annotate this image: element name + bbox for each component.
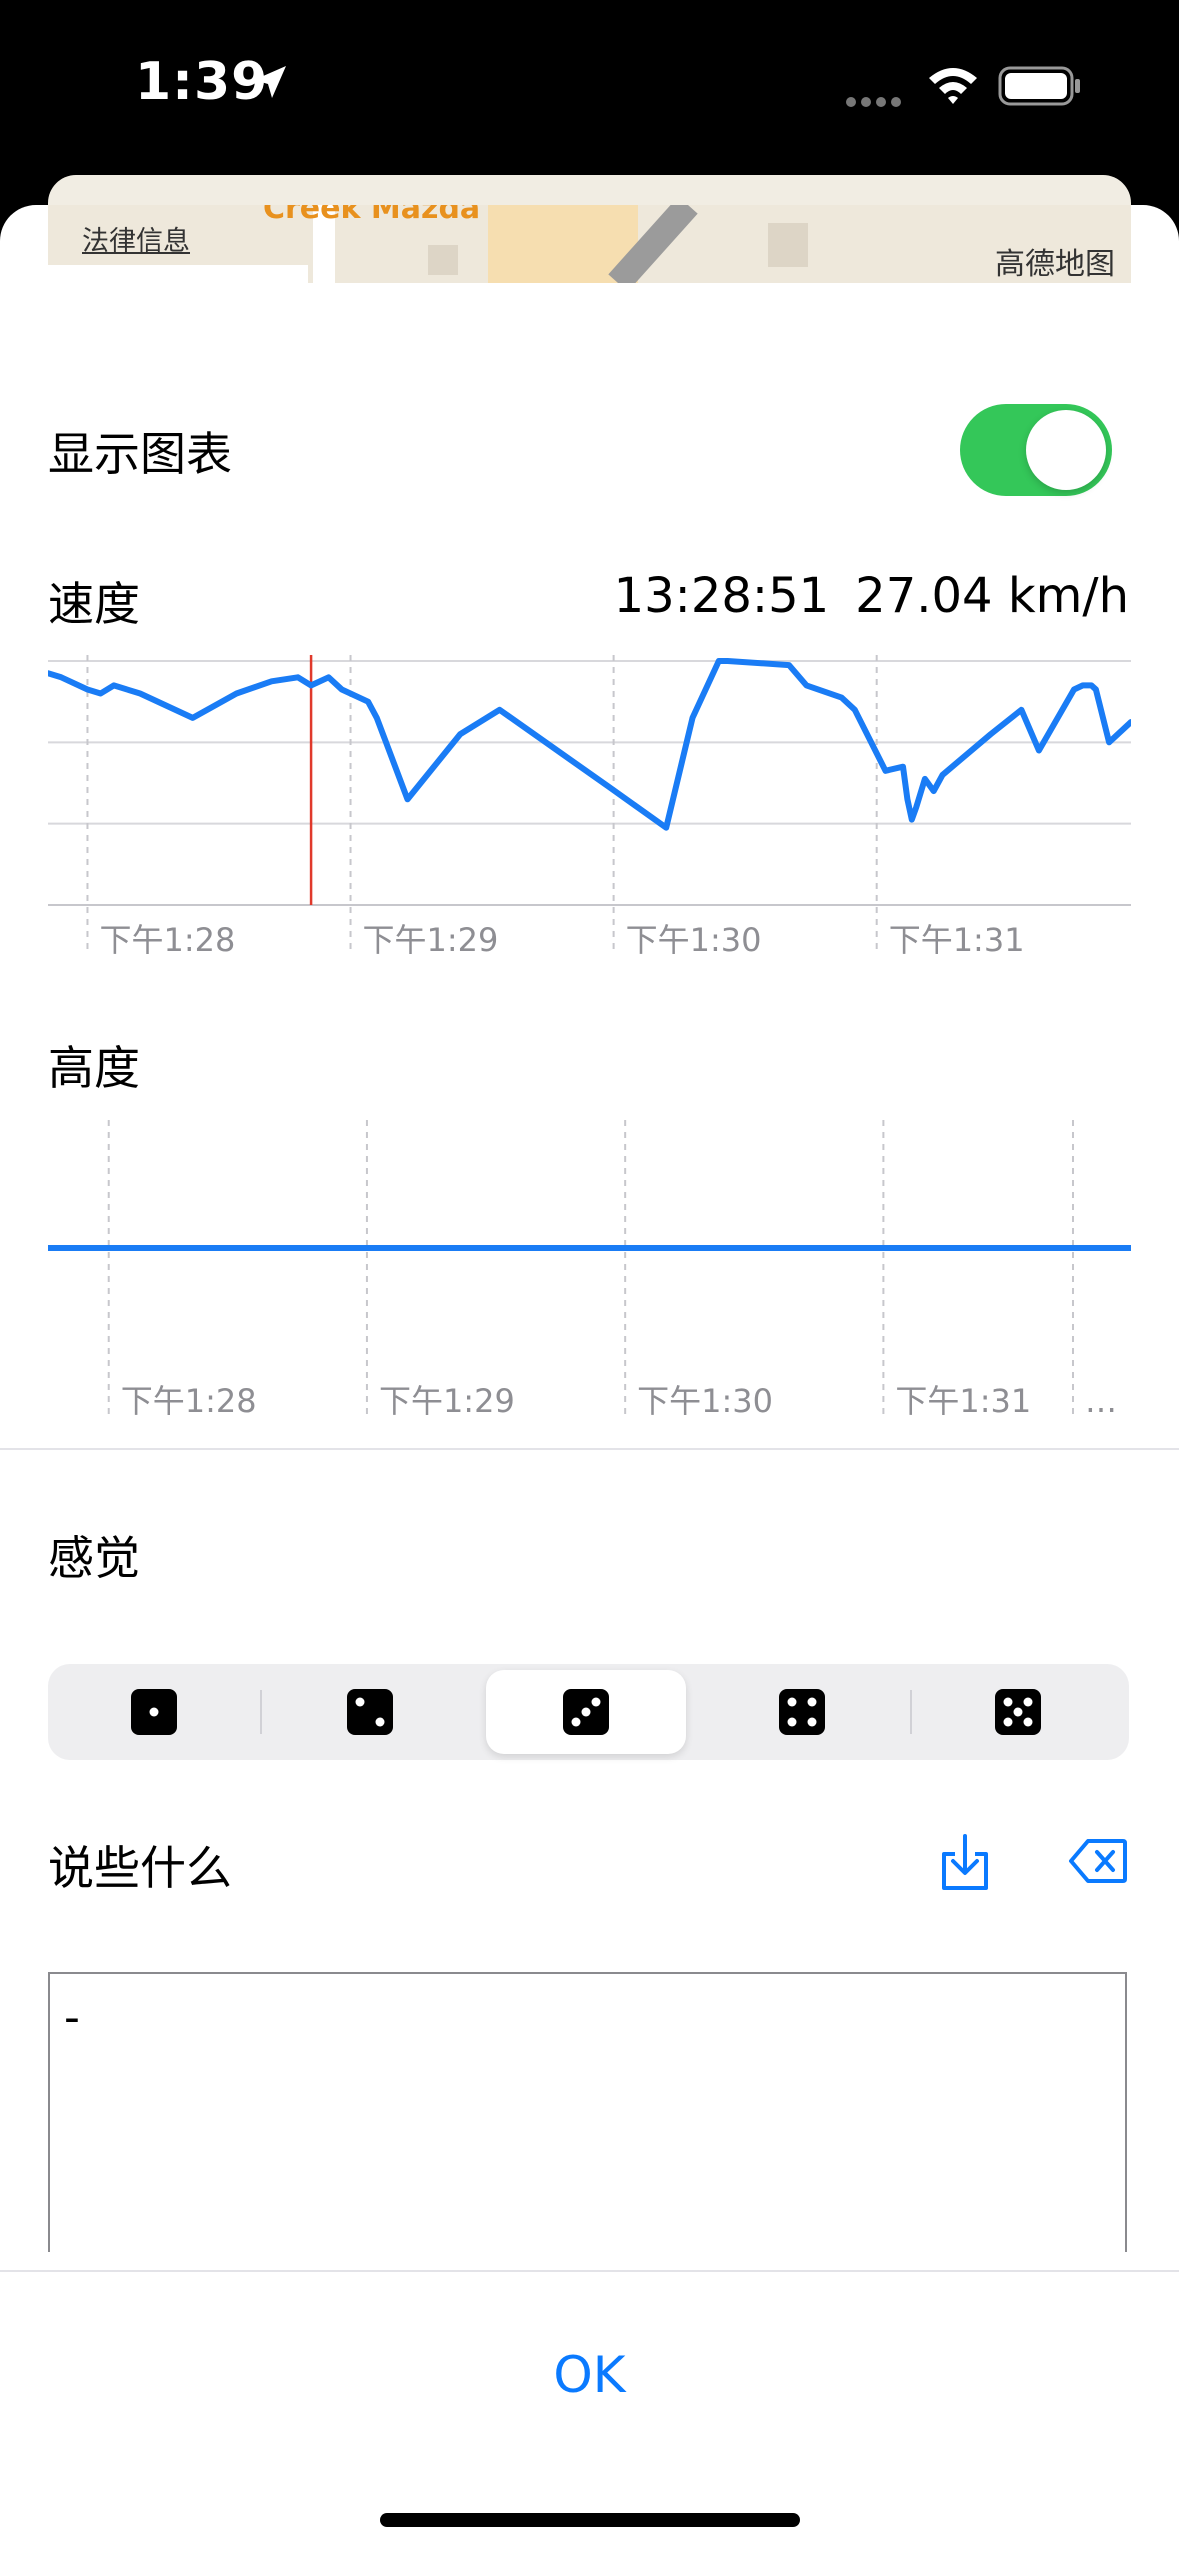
status-time: 1:39 [135, 52, 269, 112]
status-bar: 1:39 [0, 0, 1179, 175]
speed-x-tick-label: 下午1:28 [99, 921, 235, 959]
cellular-signal-icon [846, 97, 901, 107]
altitude-chart[interactable]: 下午1:28 下午1:29 下午1:30 下午1:31 … [48, 1120, 1131, 1420]
altitude-chart-grid [107, 1120, 1074, 1420]
feeling-label: 感觉 [48, 1531, 140, 1585]
map-roads [48, 205, 1131, 283]
altitude-label: 高度 [48, 1041, 140, 1095]
feeling-option-2[interactable] [270, 1670, 470, 1754]
segment-separator [260, 1690, 262, 1734]
map-poi-label: Creek Mazda [263, 205, 481, 226]
show-chart-label: 显示图表 [48, 427, 232, 481]
map-legal-link[interactable]: 法律信息 [82, 219, 190, 258]
ok-button[interactable]: OK [0, 2320, 1179, 2430]
feeling-option-3[interactable] [486, 1670, 686, 1754]
altitude-x-tick-label: 下午1:31 [895, 1382, 1031, 1420]
note-text-area[interactable]: - [48, 1972, 1127, 2252]
feeling-option-5[interactable] [918, 1670, 1118, 1754]
altitude-x-tick-label: … [1085, 1382, 1117, 1420]
altitude-chart-x-ticks: 下午1:28 下午1:29 下午1:30 下午1:31 … [121, 1382, 1117, 1420]
die-four-icon [779, 1689, 825, 1735]
map-brand-logo: 高德地图 [995, 247, 1115, 282]
note-label: 说些什么 [48, 1841, 232, 1895]
die-two-icon [347, 1689, 393, 1735]
feeling-segmented-control [48, 1664, 1129, 1760]
die-five-icon [995, 1689, 1041, 1735]
speed-x-tick-label: 下午1:31 [889, 921, 1025, 959]
wifi-icon [929, 68, 977, 104]
altitude-x-tick-label: 下午1:30 [637, 1382, 773, 1420]
feeling-option-4[interactable] [702, 1670, 902, 1754]
delete-backward-icon[interactable] [1068, 1838, 1128, 1884]
die-three-icon [563, 1689, 609, 1735]
speed-series-line [48, 658, 1131, 831]
speed-selected-time: 13:28:51 [613, 568, 830, 624]
section-divider [0, 1448, 1179, 1450]
home-indicator [380, 2513, 800, 2527]
altitude-x-tick-label: 下午1:29 [379, 1382, 515, 1420]
speed-x-tick-label: 下午1:30 [626, 921, 762, 959]
location-arrow-icon [254, 66, 286, 98]
feeling-option-1[interactable] [54, 1670, 254, 1754]
speed-selected-value: 27.04 km/h [855, 568, 1129, 624]
battery-icon [998, 66, 1080, 106]
segment-separator [910, 1690, 912, 1734]
map-preview[interactable]: Creek Mazda 法律信息 高德地图 [48, 205, 1131, 283]
speed-readout: 13:28:51 27.04 km/h [614, 568, 1129, 624]
show-chart-toggle[interactable] [960, 404, 1112, 496]
footer-divider [0, 2270, 1179, 2272]
speed-label: 速度 [48, 577, 140, 631]
speed-chart-grid [48, 655, 1131, 955]
save-download-icon[interactable] [938, 1832, 992, 1892]
speed-chart[interactable]: 下午1:28 下午1:29 下午1:30 下午1:31 [48, 655, 1131, 975]
speed-chart-x-ticks: 下午1:28 下午1:29 下午1:30 下午1:31 [99, 921, 1024, 959]
toggle-knob [1026, 410, 1106, 490]
speed-x-tick-label: 下午1:29 [363, 921, 499, 959]
altitude-x-tick-label: 下午1:28 [121, 1382, 257, 1420]
die-one-icon [131, 1689, 177, 1735]
